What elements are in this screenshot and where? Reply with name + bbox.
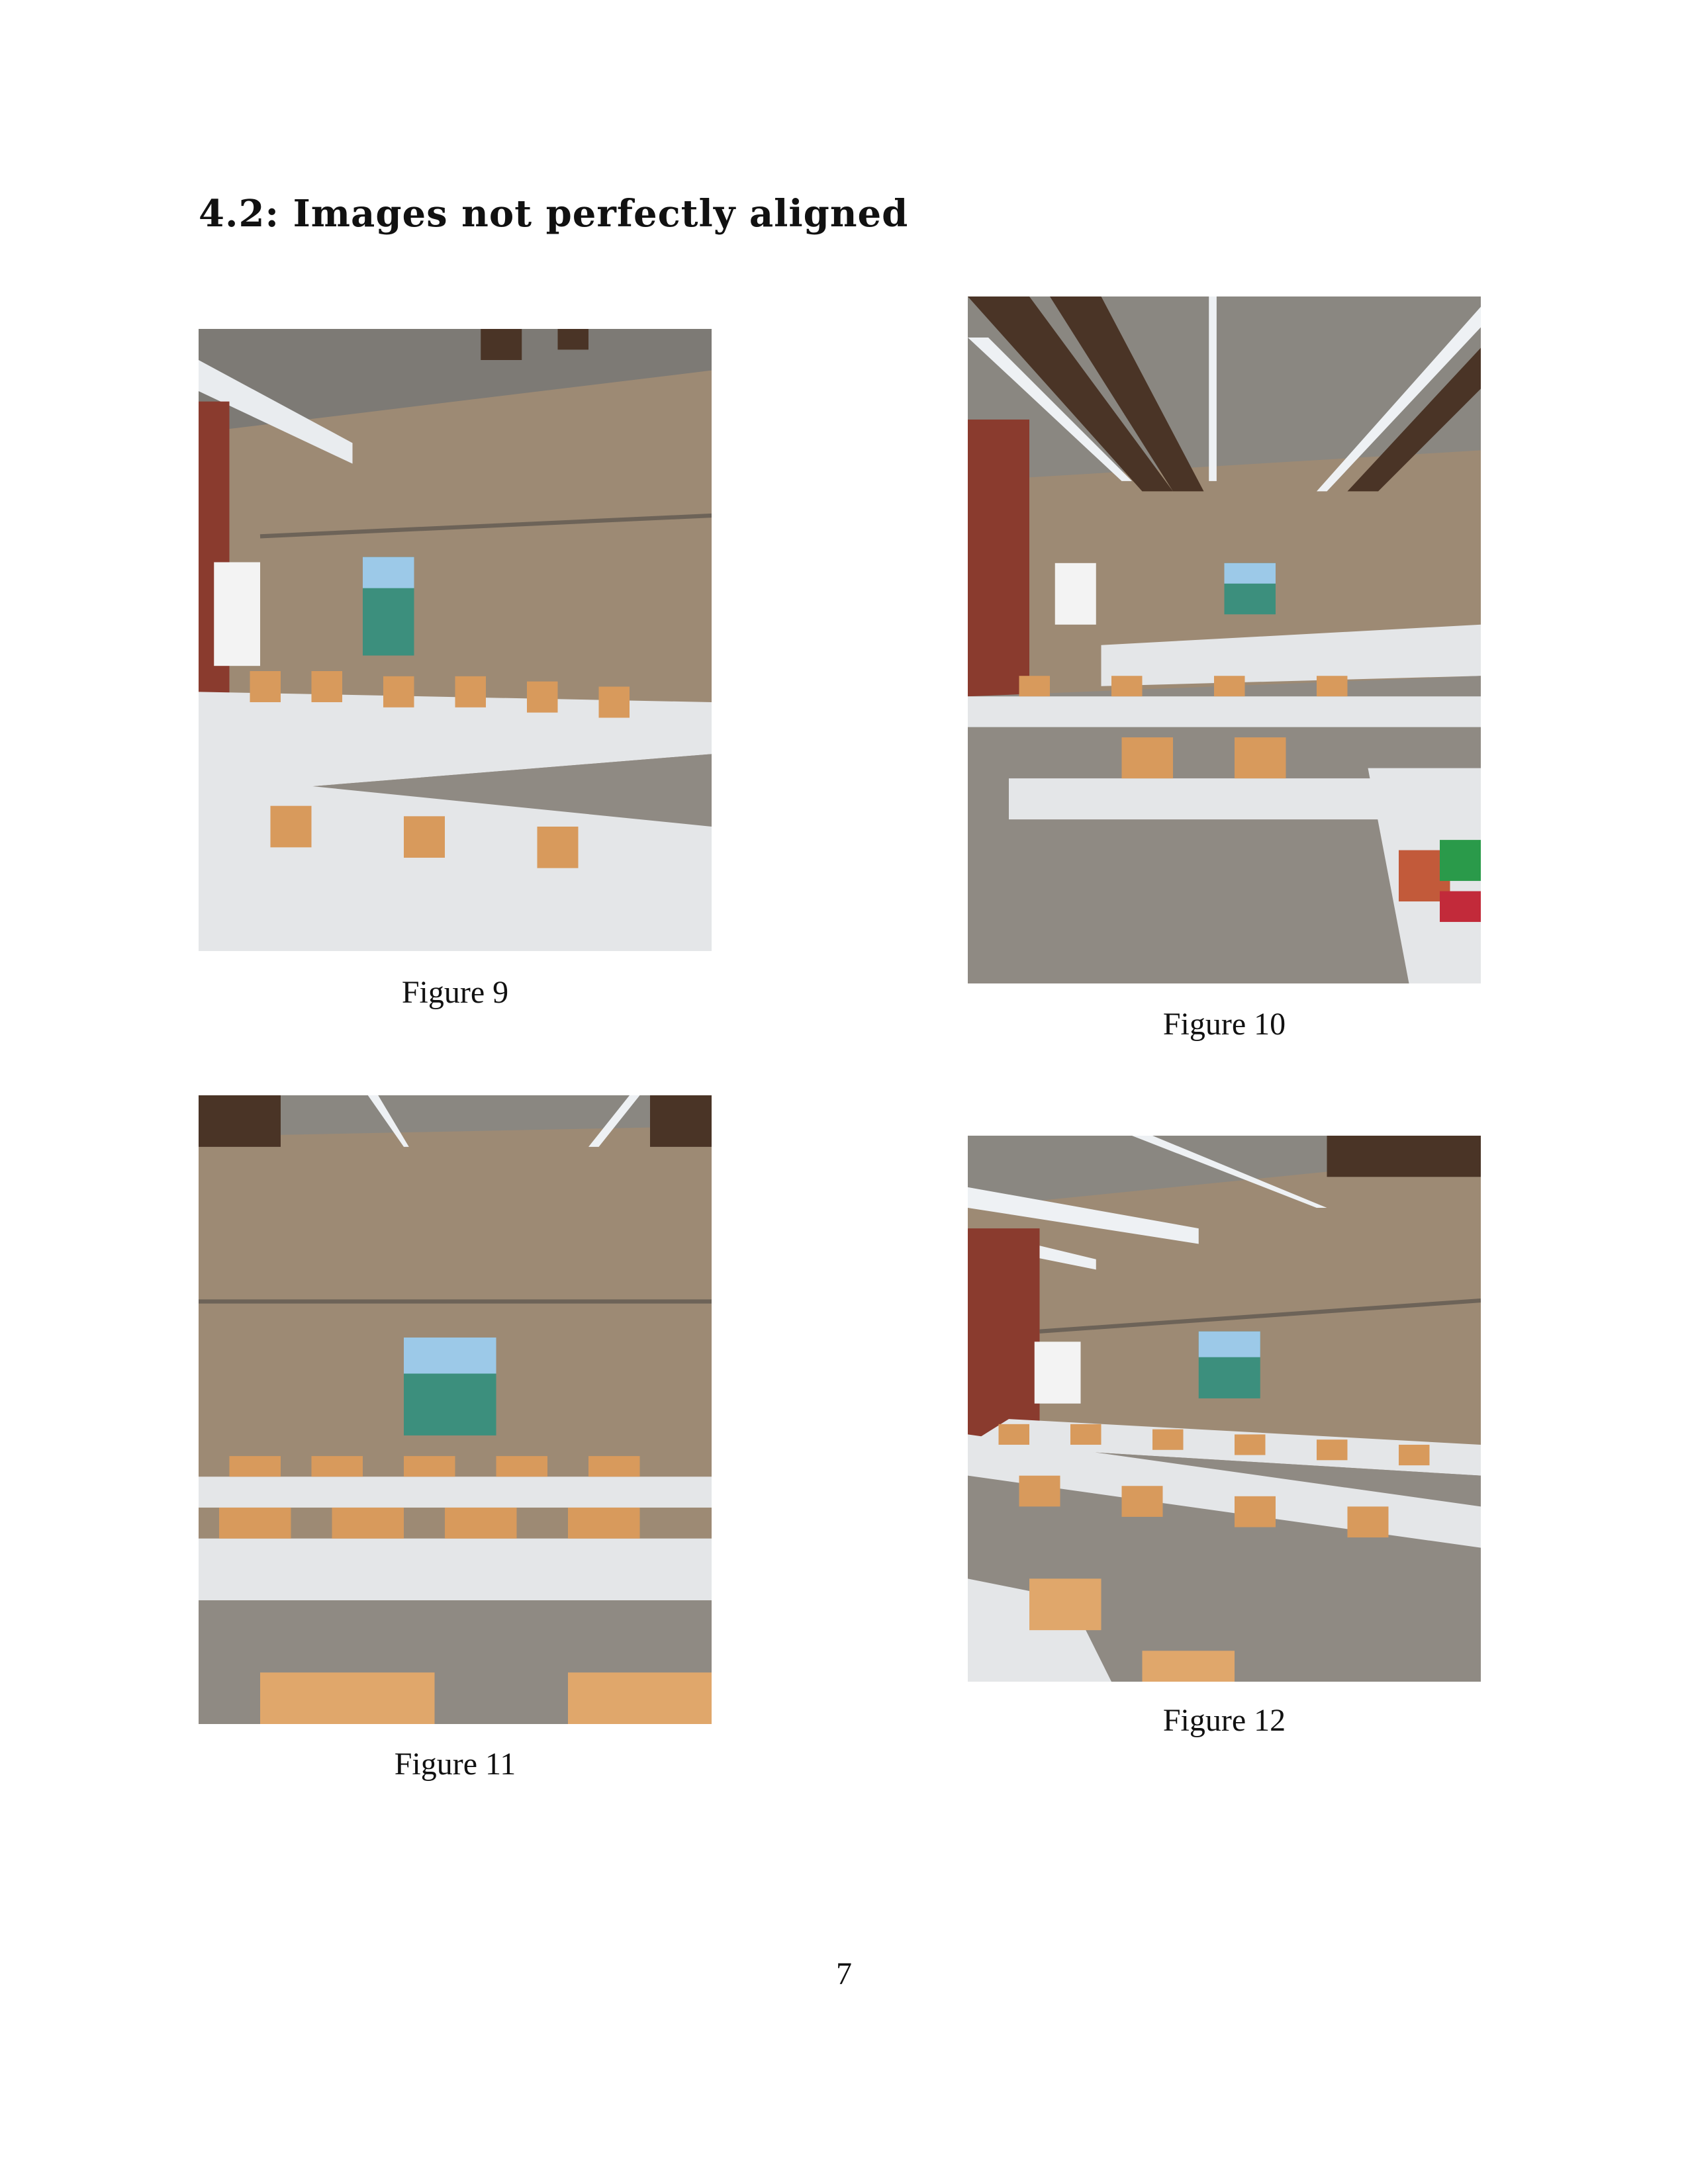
figure-12-caption: Figure 12 bbox=[1162, 1703, 1286, 1738]
page-number: 7 bbox=[836, 1956, 852, 1991]
section-heading: 4.2: Images not perfectly aligned bbox=[199, 192, 909, 236]
classroom-photo-11 bbox=[199, 1095, 712, 1724]
figure-9-caption: Figure 9 bbox=[401, 975, 509, 1010]
classroom-photo-9 bbox=[199, 329, 712, 951]
figure-11-caption: Figure 11 bbox=[394, 1747, 516, 1782]
classroom-photo-10 bbox=[968, 296, 1481, 983]
figure-10-caption: Figure 10 bbox=[1162, 1007, 1286, 1042]
classroom-photo-12 bbox=[968, 1136, 1481, 1682]
document-page: { "section": { "title": "4.2: Images not… bbox=[0, 0, 1688, 2184]
